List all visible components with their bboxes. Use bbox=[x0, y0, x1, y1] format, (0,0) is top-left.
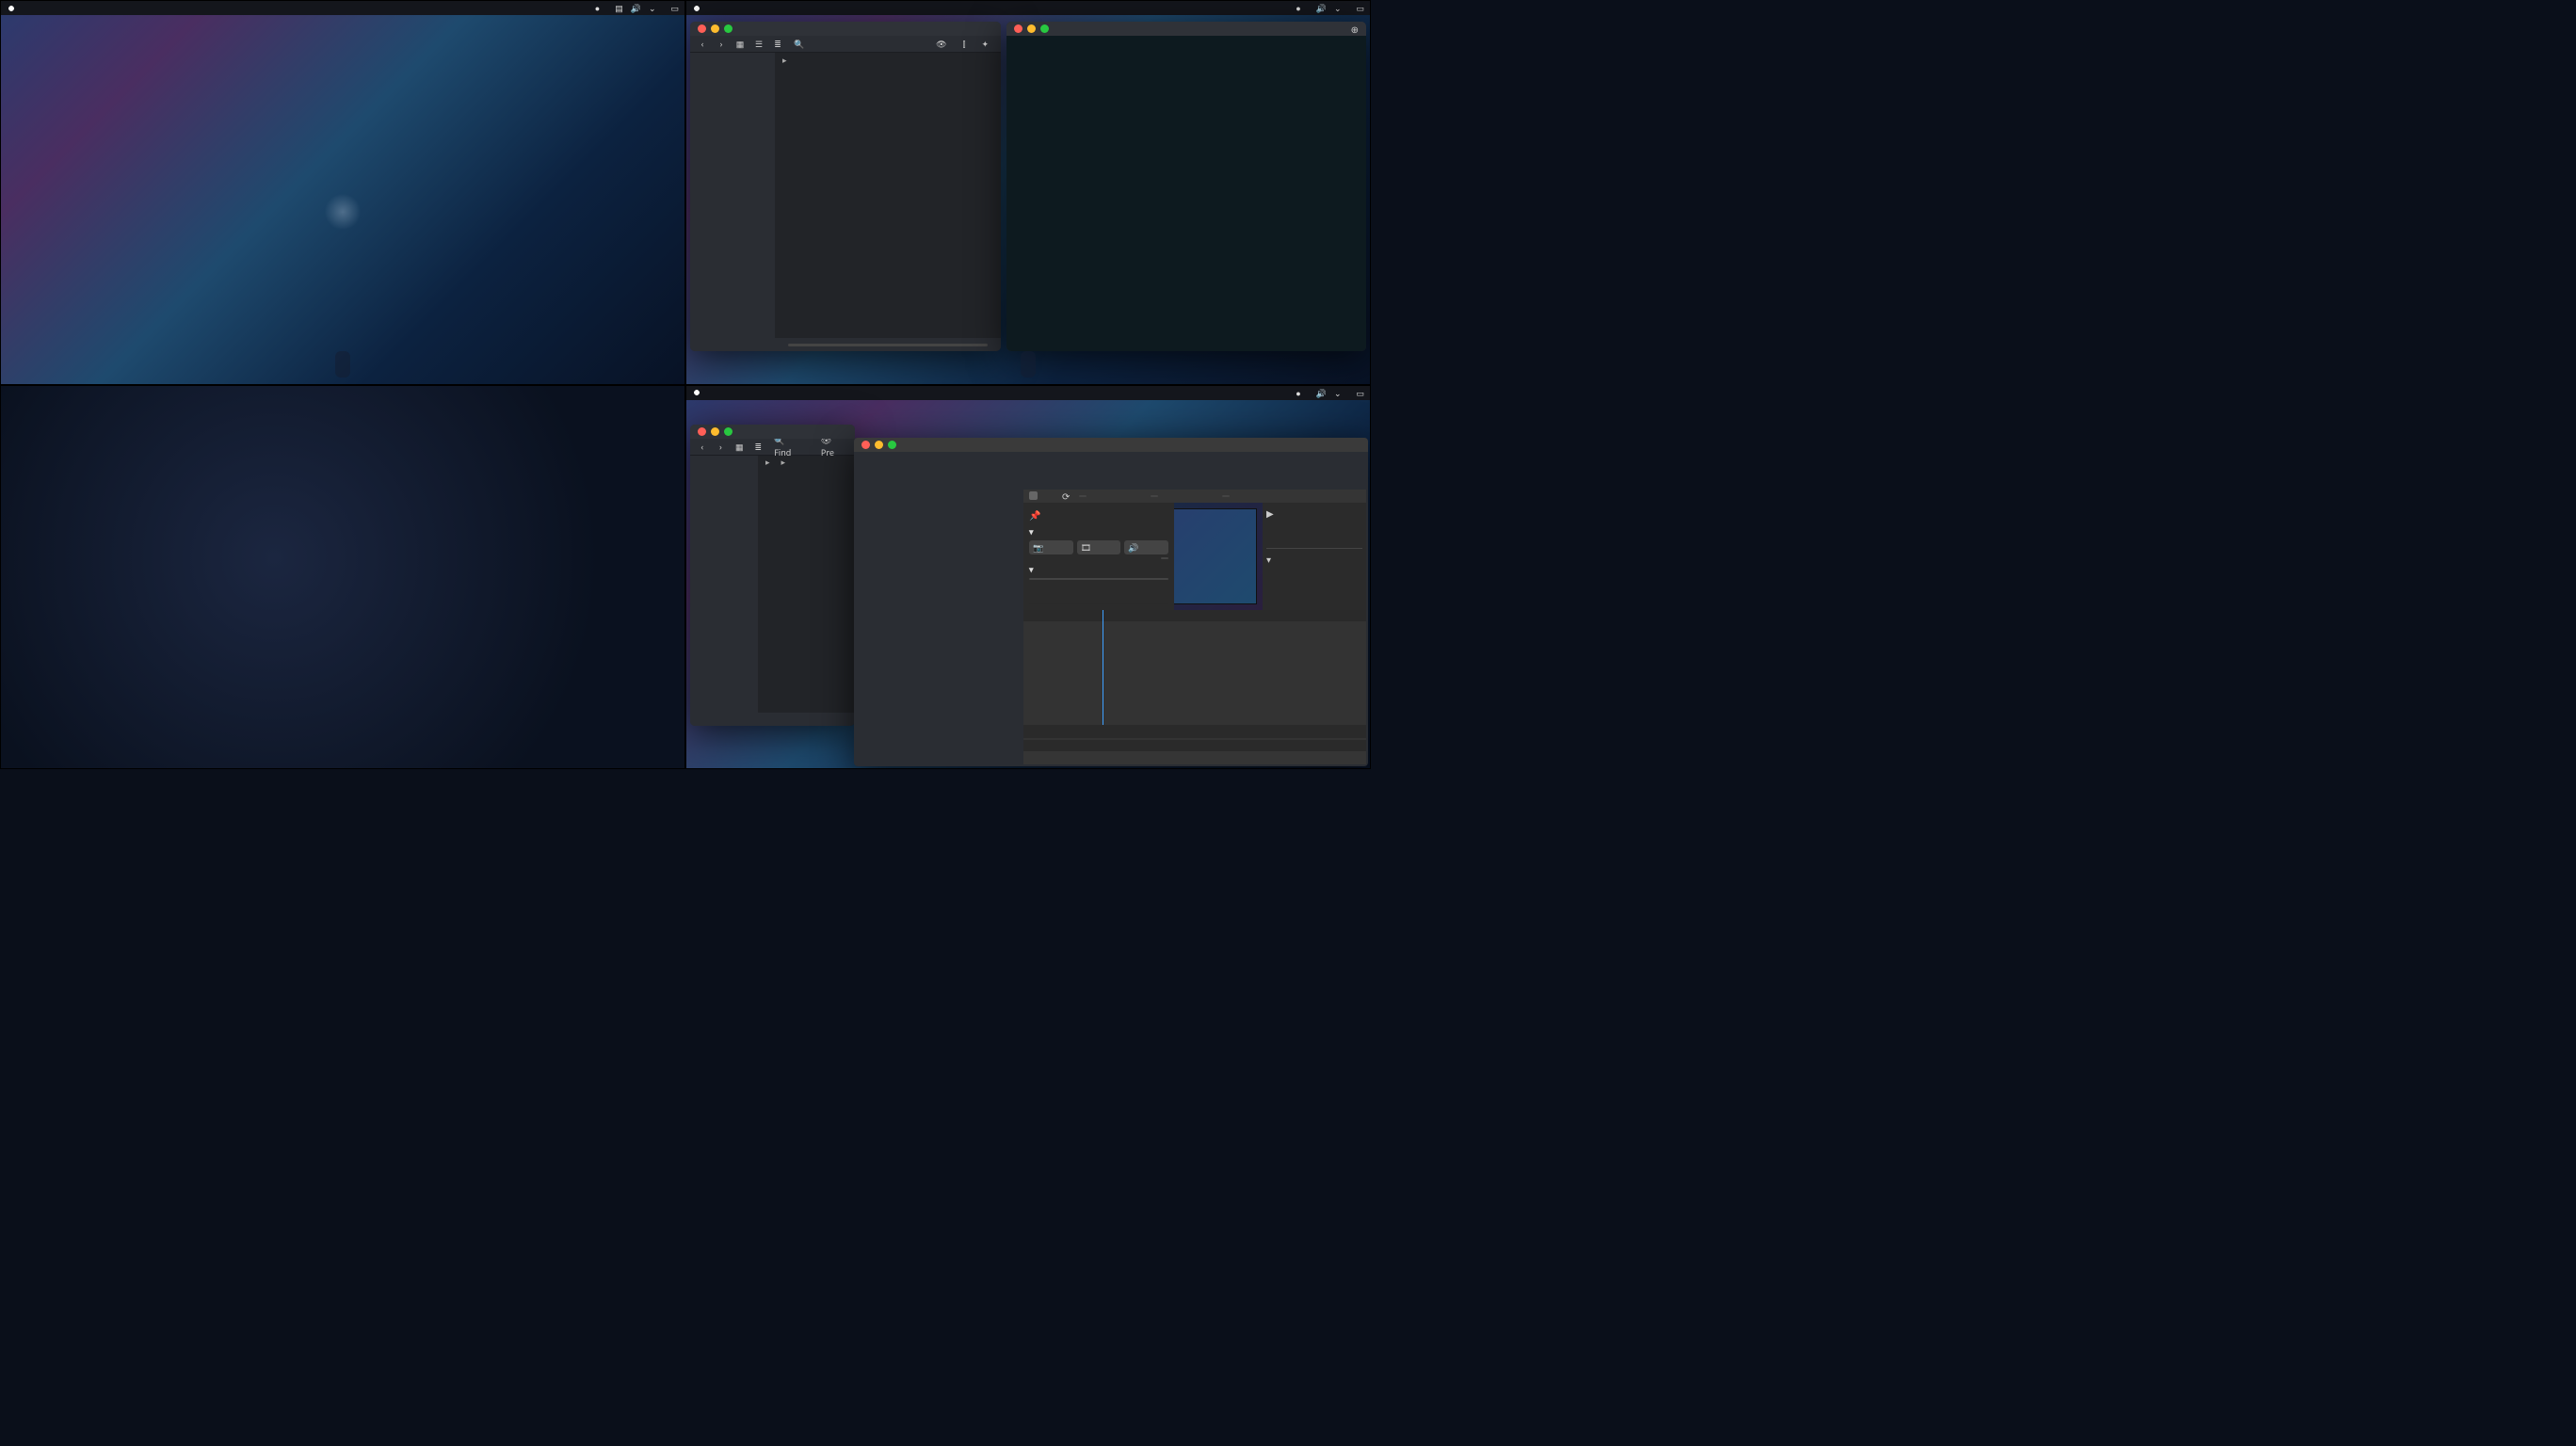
audio-button[interactable]: 🔊 bbox=[1124, 540, 1168, 554]
places-panel bbox=[690, 53, 775, 351]
view-icons-button[interactable]: ▦ bbox=[733, 38, 747, 51]
volume-icon[interactable]: 🔊 bbox=[1316, 2, 1327, 14]
top-panel: ●🔊⌄▭ bbox=[686, 386, 1370, 400]
category-list[interactable] bbox=[558, 420, 685, 429]
application-launcher[interactable] bbox=[1, 386, 684, 769]
wallpaper bbox=[1, 1, 684, 384]
dock[interactable] bbox=[1021, 351, 1036, 378]
render-button[interactable]: 📷 bbox=[1029, 540, 1073, 554]
engine-selector[interactable] bbox=[1222, 495, 1230, 497]
back-button[interactable]: ‹ bbox=[696, 440, 709, 453]
dolphin-window[interactable]: ‹ › ▦ ☰ ≣ 🔍 👁 ⫿ ✦ ▸ bbox=[690, 22, 1001, 351]
preview-button[interactable]: 👁 bbox=[932, 37, 953, 51]
close-icon[interactable] bbox=[698, 427, 706, 436]
dolphin-window[interactable]: ‹›▦≣🔍 Find👁 Pre ▸ ▸ bbox=[690, 425, 855, 726]
plasma-icon[interactable] bbox=[692, 388, 701, 397]
close-icon[interactable] bbox=[698, 24, 706, 33]
layout-selector[interactable] bbox=[1079, 495, 1087, 497]
view-details-button[interactable]: ≣ bbox=[771, 38, 784, 51]
maximize-icon[interactable] bbox=[724, 24, 733, 33]
close-icon[interactable] bbox=[1014, 24, 1022, 33]
dopesheet-panel[interactable]: ▶ ▾ bbox=[1263, 503, 1366, 611]
konsole-window[interactable]: ⊕ bbox=[1006, 22, 1366, 351]
close-icon[interactable] bbox=[861, 441, 870, 449]
file-grid[interactable] bbox=[775, 66, 1001, 338]
maximize-icon[interactable] bbox=[1040, 24, 1049, 33]
timeline-footer[interactable] bbox=[1023, 751, 1366, 764]
vse-preview[interactable] bbox=[1174, 503, 1263, 611]
back-button[interactable]: ‹ bbox=[696, 38, 709, 51]
find-button[interactable]: 🔍 bbox=[790, 37, 811, 51]
blender-window[interactable]: ⟳ 📌 ▾ 📷 🎞 🔊 ▾ bbox=[854, 438, 1368, 767]
blender-menubar[interactable]: ⟳ bbox=[1023, 490, 1366, 503]
minimize-icon[interactable] bbox=[711, 24, 719, 33]
vse-preview-footer[interactable] bbox=[1029, 603, 1168, 605]
plasma-icon[interactable] bbox=[692, 4, 701, 13]
breadcrumb[interactable]: ▸ bbox=[775, 53, 1001, 66]
animation-button[interactable]: 🎞 bbox=[1077, 540, 1121, 554]
view-compact-button[interactable]: ☰ bbox=[752, 38, 765, 51]
zoom-slider[interactable] bbox=[788, 344, 988, 346]
terminal-output[interactable] bbox=[1006, 36, 1366, 351]
dock[interactable] bbox=[335, 351, 350, 378]
split-button[interactable]: ⫿ bbox=[959, 37, 973, 51]
plasma-icon[interactable] bbox=[7, 4, 16, 13]
statusbar bbox=[775, 338, 1001, 351]
toolbar: ‹ › ▦ ☰ ≣ 🔍 👁 ⫿ ✦ bbox=[690, 36, 1001, 53]
properties-panel[interactable]: 📌 ▾ 📷 🎞 🔊 ▾ bbox=[1023, 503, 1174, 611]
volume-icon[interactable]: 🔊 bbox=[631, 2, 641, 14]
sequencer-footer[interactable] bbox=[1023, 725, 1366, 738]
forward-button[interactable]: › bbox=[715, 38, 728, 51]
breadcrumb[interactable]: ▸ ▸ bbox=[758, 456, 855, 469]
top-panel: ● 🔊 ⌄ ▭ bbox=[686, 1, 1370, 15]
forward-button[interactable]: › bbox=[715, 440, 728, 453]
control-button[interactable]: ✦ bbox=[977, 37, 995, 51]
blender-icon bbox=[1029, 491, 1038, 500]
tray-icon[interactable]: ▤ bbox=[615, 2, 623, 14]
scene-selector[interactable] bbox=[1151, 495, 1158, 497]
titlebar[interactable] bbox=[690, 22, 1001, 36]
sequencer[interactable] bbox=[1023, 610, 1366, 751]
top-panel: ● ▤ 🔊 ⌄ ▭ bbox=[1, 1, 684, 15]
minimize-icon[interactable] bbox=[1027, 24, 1036, 33]
chevron-down-icon[interactable]: ⌄ bbox=[649, 2, 656, 14]
preview-viewport bbox=[1174, 508, 1257, 605]
new-tab-button[interactable]: ⊕ bbox=[1351, 23, 1359, 36]
